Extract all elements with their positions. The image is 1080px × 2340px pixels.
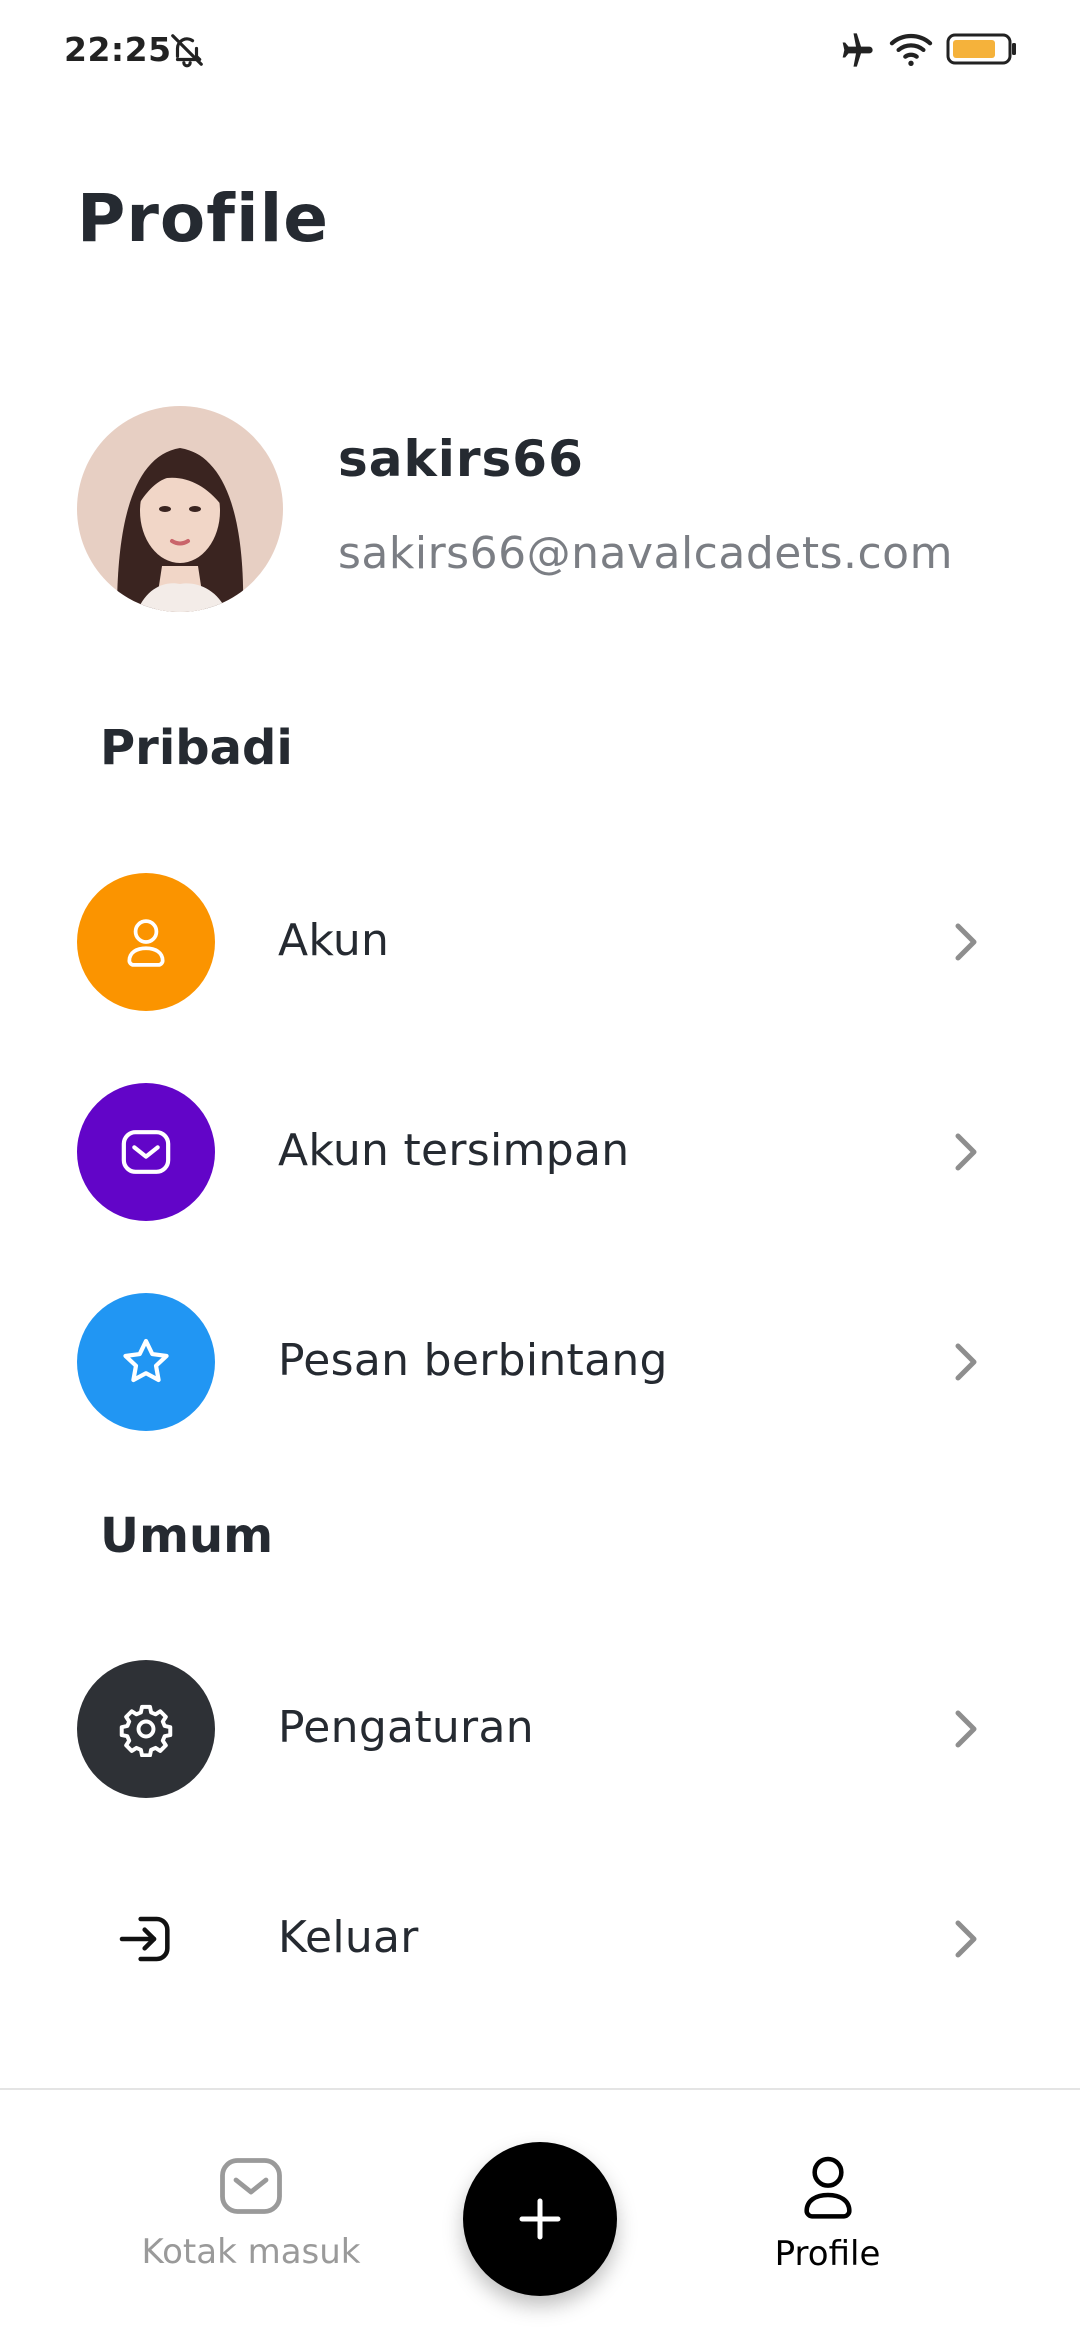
status-bar: 22:25 (0, 0, 1080, 100)
compose-fab-button[interactable] (463, 2142, 617, 2296)
menu-label-settings: Pengaturan (278, 1702, 534, 1753)
settings-icon-badge (77, 1660, 215, 1798)
gear-icon (119, 1704, 173, 1757)
profile-screen: 22:25 Profile sakirs66 sakirs66@navalcad… (0, 0, 1080, 2340)
wifi-icon (889, 33, 933, 66)
menu-item-settings[interactable]: Pengaturan (0, 1660, 1080, 1810)
inbox-mail-icon (220, 2158, 282, 2214)
profile-username: sakirs66 (338, 430, 584, 488)
chevron-right-icon (955, 1920, 977, 1958)
status-time: 22:25 (64, 30, 172, 69)
user-icon (127, 919, 165, 967)
section-title-personal: Pribadi (100, 720, 293, 776)
profile-email: sakirs66@navalcadets.com (338, 528, 953, 579)
menu-label-logout: Keluar (278, 1912, 419, 1963)
chevron-right-icon (955, 923, 977, 961)
logout-icon (119, 1916, 170, 1962)
page-title: Profile (77, 180, 329, 257)
plus-icon (519, 2198, 561, 2240)
saved-accounts-icon-badge (77, 1083, 215, 1221)
nav-inbox[interactable]: Kotak masuk (140, 2150, 362, 2272)
account-icon-badge (77, 873, 215, 1011)
chevron-right-icon (955, 1343, 977, 1381)
profile-user-icon (803, 2156, 852, 2219)
airplane-icon (842, 33, 873, 67)
battery-icon (946, 33, 1016, 65)
section-title-general: Umum (100, 1508, 274, 1564)
menu-label-account: Akun (278, 915, 390, 966)
chevron-right-icon (955, 1133, 977, 1171)
mail-icon (121, 1130, 171, 1174)
menu-label-starred-messages: Pesan berbintang (278, 1335, 668, 1386)
menu-item-logout[interactable]: Keluar (0, 1870, 1080, 2020)
menu-item-saved-accounts[interactable]: Akun tersimpan (0, 1083, 1080, 1233)
star-icon (123, 1338, 169, 1383)
nav-profile-label: Profile (774, 2234, 881, 2274)
nav-profile[interactable]: Profile (735, 2150, 920, 2274)
starred-icon-badge (77, 1293, 215, 1431)
avatar[interactable] (77, 406, 283, 612)
bell-off-icon (171, 34, 203, 68)
menu-label-saved-accounts: Akun tersimpan (278, 1125, 630, 1176)
chevron-right-icon (955, 1710, 977, 1748)
avatar-photo (77, 406, 283, 612)
menu-item-starred-messages[interactable]: Pesan berbintang (0, 1293, 1080, 1443)
logout-icon-badge (77, 1870, 215, 2008)
nav-inbox-label: Kotak masuk (141, 2232, 361, 2272)
menu-item-account[interactable]: Akun (0, 873, 1080, 1023)
